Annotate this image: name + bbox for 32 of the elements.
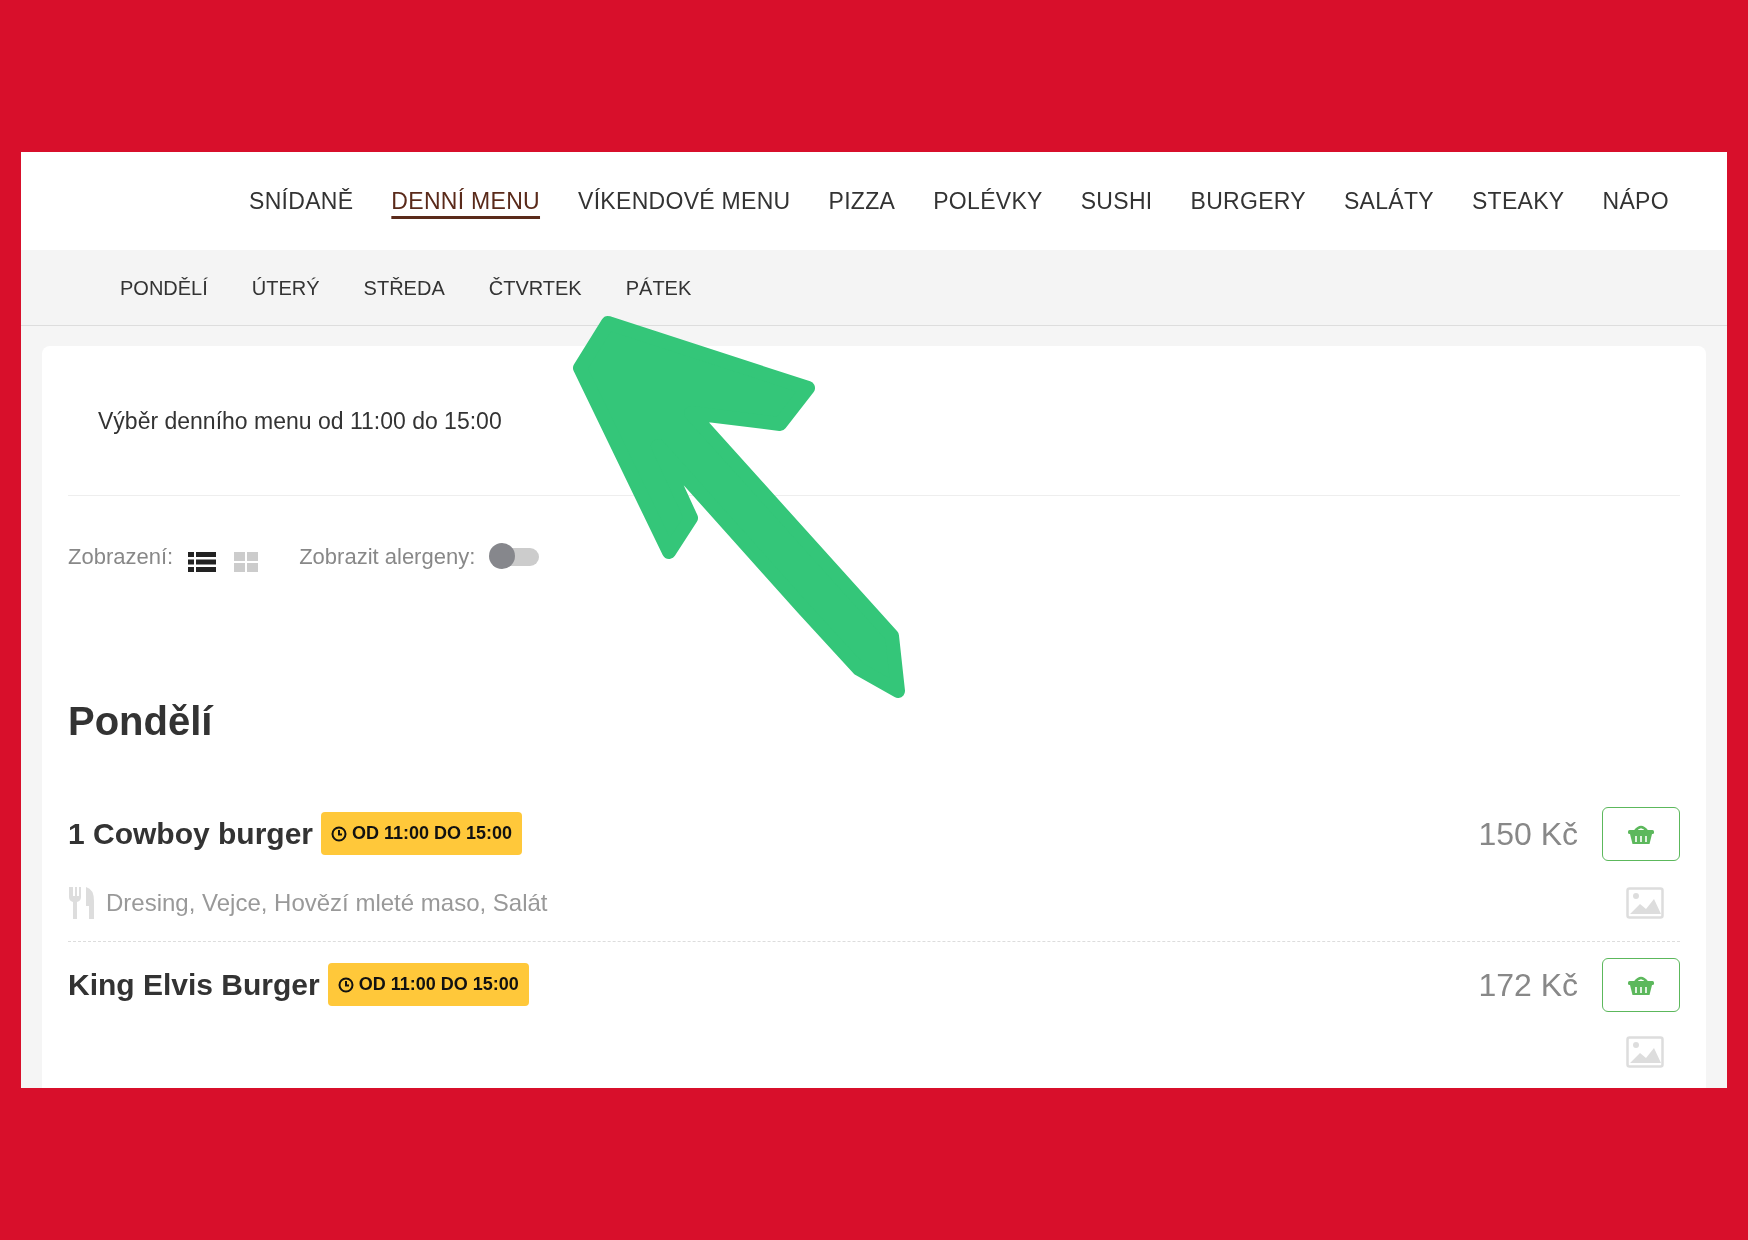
nav-link[interactable]: SNÍDANĚ — [249, 183, 354, 219]
nav-link[interactable]: SALÁTY — [1343, 183, 1434, 219]
day-heading: Pondělí — [68, 697, 215, 745]
image-icon[interactable] — [1626, 886, 1664, 919]
day-tab[interactable]: PÁTEK — [625, 272, 692, 303]
nav-link[interactable]: POLÉVKY — [933, 183, 1043, 219]
day-tab[interactable]: STŘEDA — [363, 272, 445, 303]
day-tab[interactable]: ÚTERÝ — [251, 272, 320, 303]
nav-link[interactable]: BURGERY — [1190, 183, 1306, 219]
time-badge: OD 11:00 DO 15:00 — [321, 812, 523, 855]
allergen-toggle[interactable] — [489, 543, 540, 569]
add-to-cart-button[interactable] — [1602, 806, 1680, 861]
nav-link[interactable]: NÁPO — [1602, 183, 1669, 219]
allergen-label: Zobrazit alergeny: — [299, 542, 476, 571]
add-to-cart-button[interactable] — [1602, 957, 1680, 1012]
view-label: Zobrazení: — [68, 542, 174, 571]
day-tab[interactable]: ČTVRTEK — [488, 272, 582, 303]
item-price: 150 Kč — [1478, 814, 1578, 854]
item-price: 172 Kč — [1478, 965, 1578, 1005]
ingredients-text: Dresing, Vejce, Hovězí mleté maso, Salát — [106, 887, 548, 918]
nav-link[interactable]: PIZZA — [828, 183, 896, 219]
intro-text: Výběr denního menu od 11:00 do 15:00 — [97, 407, 503, 436]
item-name: 1 Cowboy burger — [68, 816, 314, 852]
nav-link[interactable]: SUSHI — [1080, 183, 1153, 219]
time-badge: OD 11:00 DO 15:00 — [327, 963, 529, 1006]
image-icon[interactable] — [1626, 1035, 1664, 1068]
nav-link[interactable]: VÍKENDOVÉ MENU — [578, 183, 791, 219]
nav-link[interactable]: STEAKY — [1471, 183, 1565, 219]
cutlery-icon — [68, 885, 96, 920]
nav-link[interactable]: DENNÍ MENU — [391, 183, 540, 219]
item-name: King Elvis Burger — [68, 967, 320, 1003]
day-tab[interactable]: PONDĚLÍ — [120, 272, 208, 303]
